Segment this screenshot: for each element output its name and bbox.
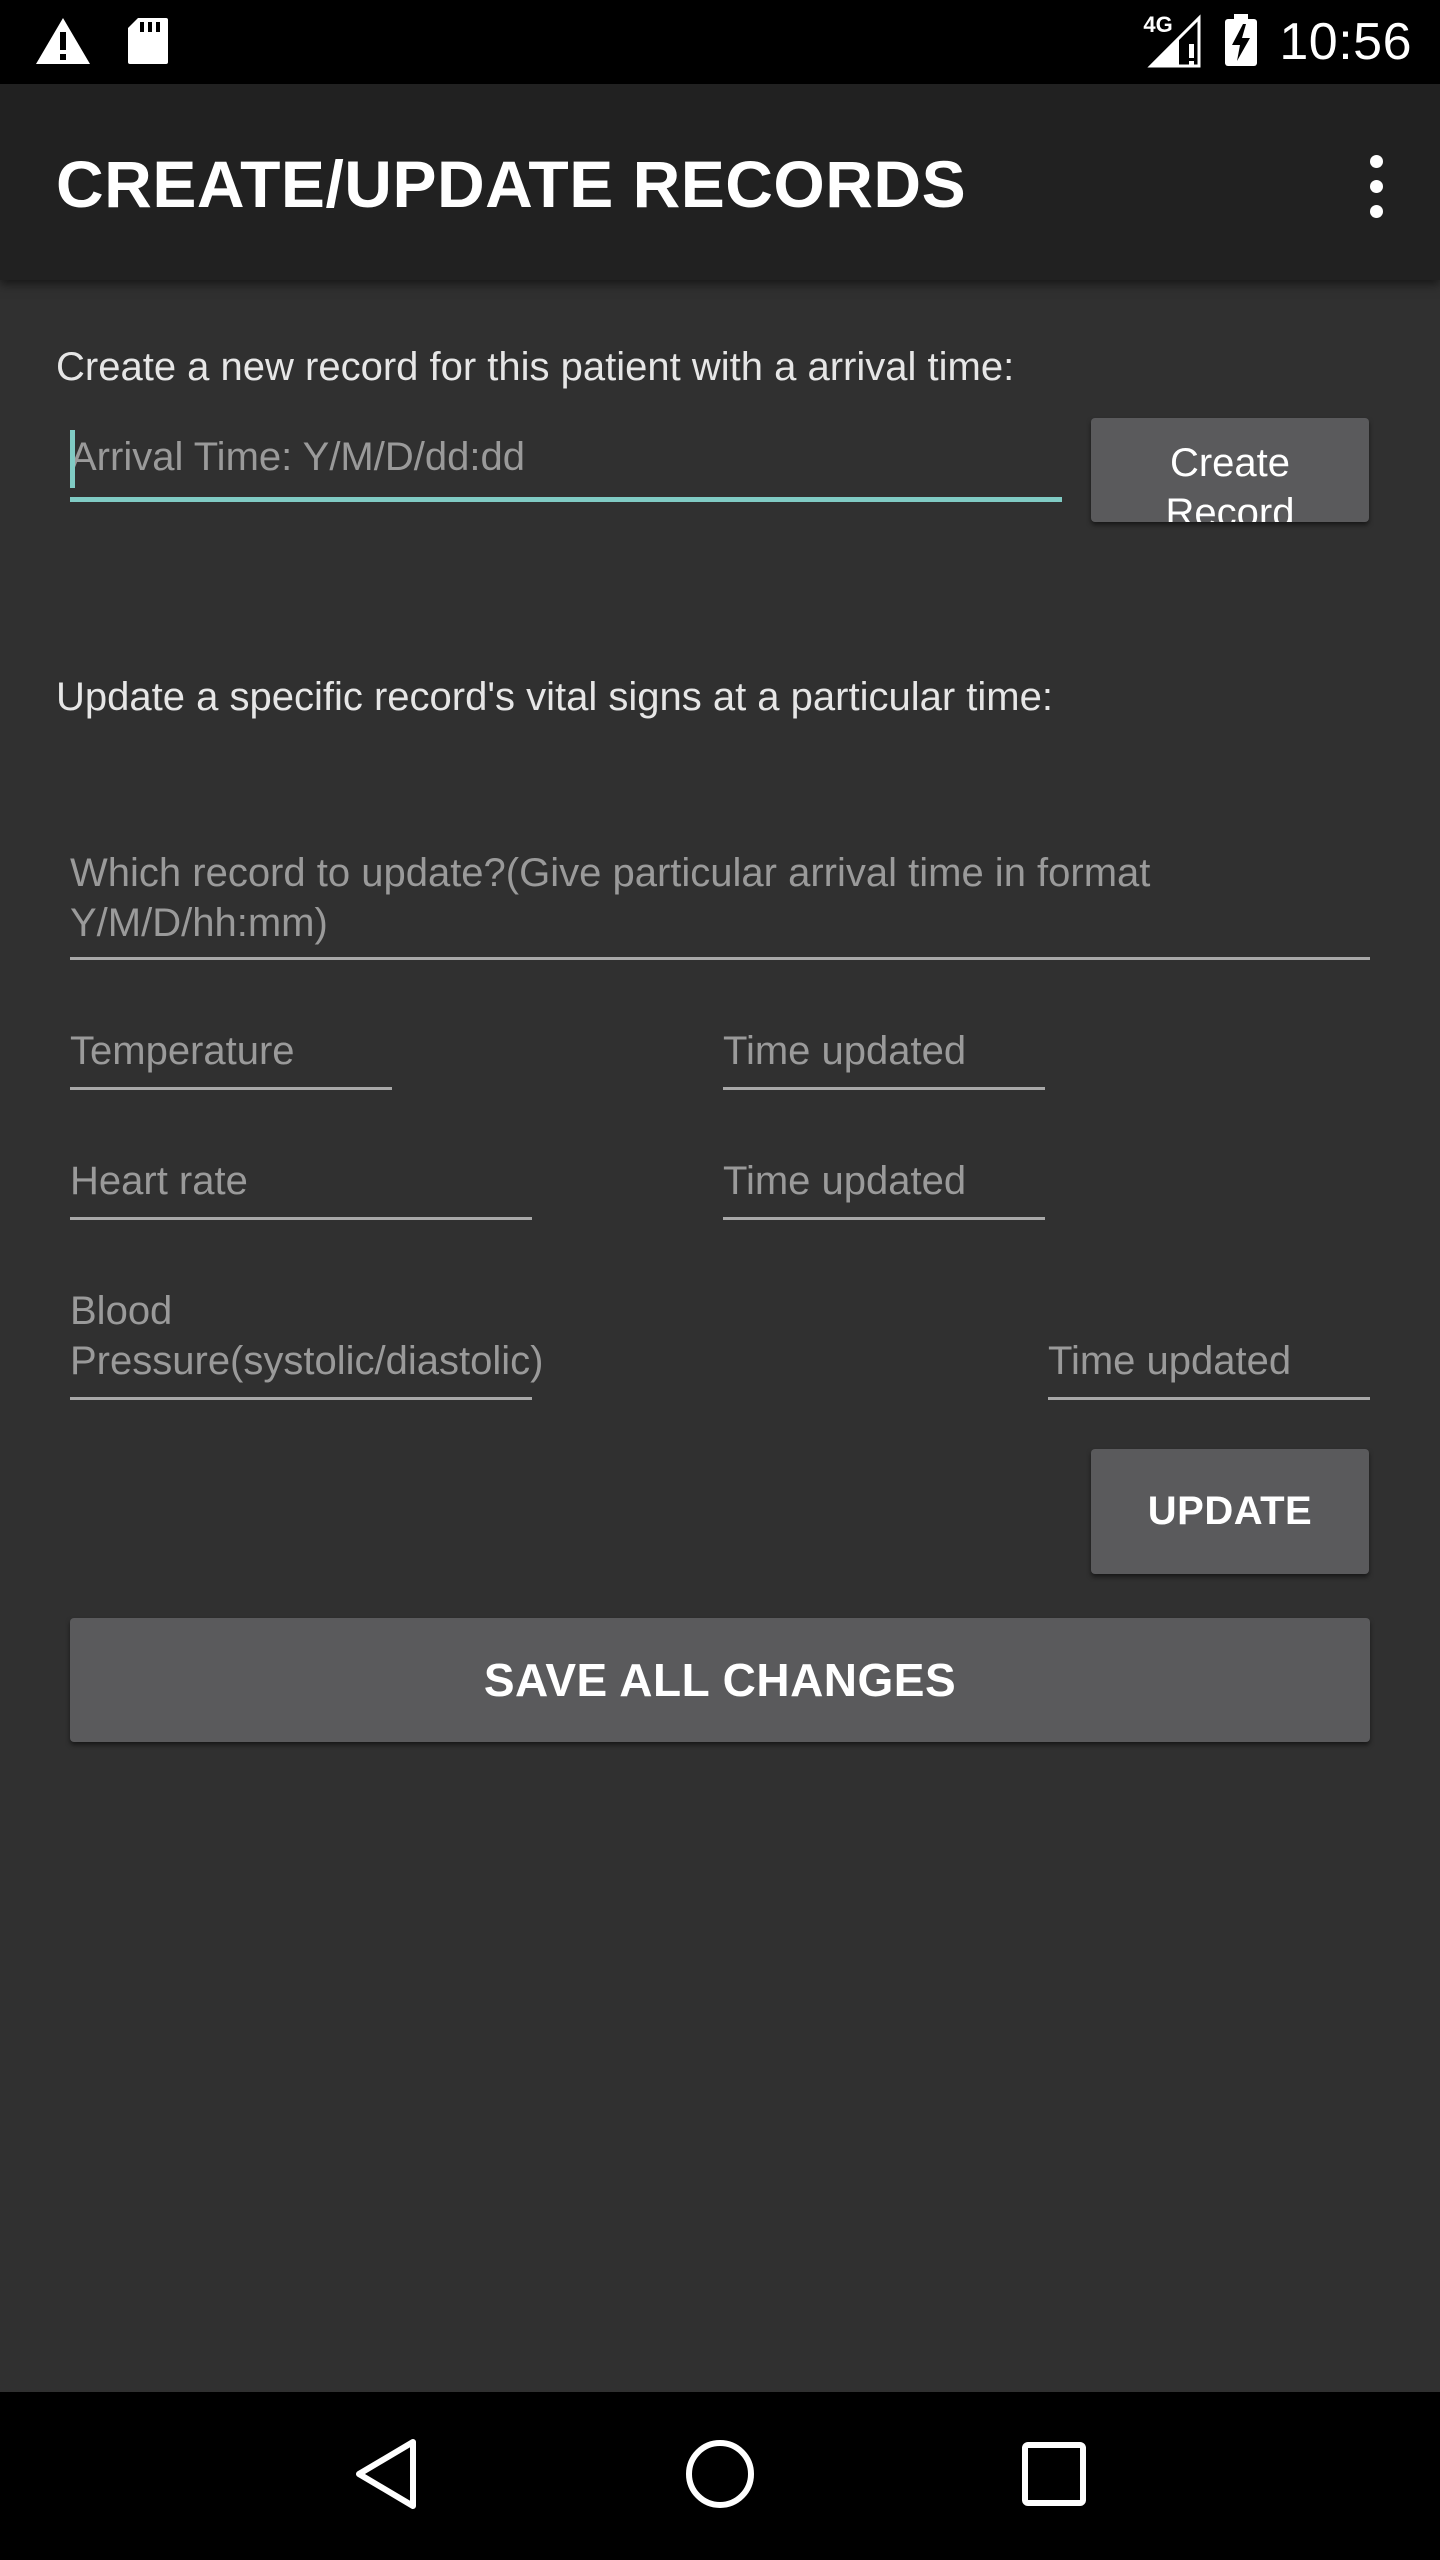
more-vert-icon-dot-2	[1369, 179, 1383, 193]
status-bar: 4G 10:56	[0, 0, 1440, 84]
save-all-changes-button[interactable]: SAVE ALL CHANGES	[70, 1618, 1370, 1742]
home-icon[interactable]	[682, 2436, 758, 2517]
arrival-time-input[interactable]: Arrival Time: Y/M/D/dd:dd	[70, 430, 1062, 502]
create-instruction: Create a new record for this patient wit…	[56, 345, 1015, 389]
save-all-changes-label: SAVE ALL CHANGES	[483, 1654, 957, 1706]
blood-pressure-placeholder: Blood Pressure(systolic/diastolic)	[70, 1289, 544, 1383]
blood-pressure-input[interactable]: Blood Pressure(systolic/diastolic)	[70, 1286, 543, 1400]
update-instruction: Update a specific record's vital signs a…	[56, 675, 1053, 719]
arrival-time-placeholder: Arrival Time: Y/M/D/dd:dd	[70, 435, 525, 479]
heart-rate-placeholder: Heart rate	[70, 1159, 248, 1203]
create-record-button[interactable]: Create Record	[1091, 418, 1369, 522]
signal-icon: 4G	[1139, 12, 1203, 70]
temperature-input[interactable]: Temperature	[70, 1026, 392, 1090]
temperature-time-placeholder: Time updated	[723, 1029, 967, 1073]
blood-pressure-time-input[interactable]: Time updated	[1048, 1336, 1370, 1400]
record-selector-placeholder: Which record to update?(Give particular …	[70, 851, 1151, 945]
back-icon[interactable]	[351, 2436, 421, 2517]
more-vert-icon	[1369, 154, 1383, 168]
blood-pressure-time-placeholder: Time updated	[1048, 1339, 1292, 1383]
page-title: CREATE/UPDATE RECORDS	[56, 147, 967, 221]
temperature-placeholder: Temperature	[70, 1029, 295, 1073]
app-bar: CREATE/UPDATE RECORDS	[0, 84, 1440, 280]
temperature-time-input[interactable]: Time updated	[723, 1026, 1045, 1090]
create-record-button-label: Create Record	[1165, 441, 1295, 522]
heart-rate-time-placeholder: Time updated	[723, 1159, 967, 1203]
heart-rate-time-input[interactable]: Time updated	[723, 1156, 1045, 1220]
more-options-button[interactable]	[1336, 136, 1416, 236]
update-button[interactable]: UPDATE	[1091, 1449, 1369, 1574]
recents-icon[interactable]	[1019, 2439, 1089, 2514]
status-time: 10:56	[1279, 13, 1412, 71]
navigation-bar	[0, 2392, 1440, 2560]
network-type-label: 4G	[1143, 12, 1173, 37]
more-vert-icon-dot-3	[1369, 204, 1383, 218]
text-caret	[70, 430, 75, 488]
warning-icon	[34, 16, 92, 71]
sd-card-icon	[126, 16, 170, 71]
battery-charging-icon	[1223, 12, 1259, 73]
heart-rate-input[interactable]: Heart rate	[70, 1156, 532, 1220]
screen: 4G 10:56 CREATE/UPDATE RECORDS Create a …	[0, 0, 1440, 2560]
record-selector-input[interactable]: Which record to update?(Give particular …	[70, 848, 1370, 960]
update-button-label: UPDATE	[1147, 1489, 1313, 1533]
